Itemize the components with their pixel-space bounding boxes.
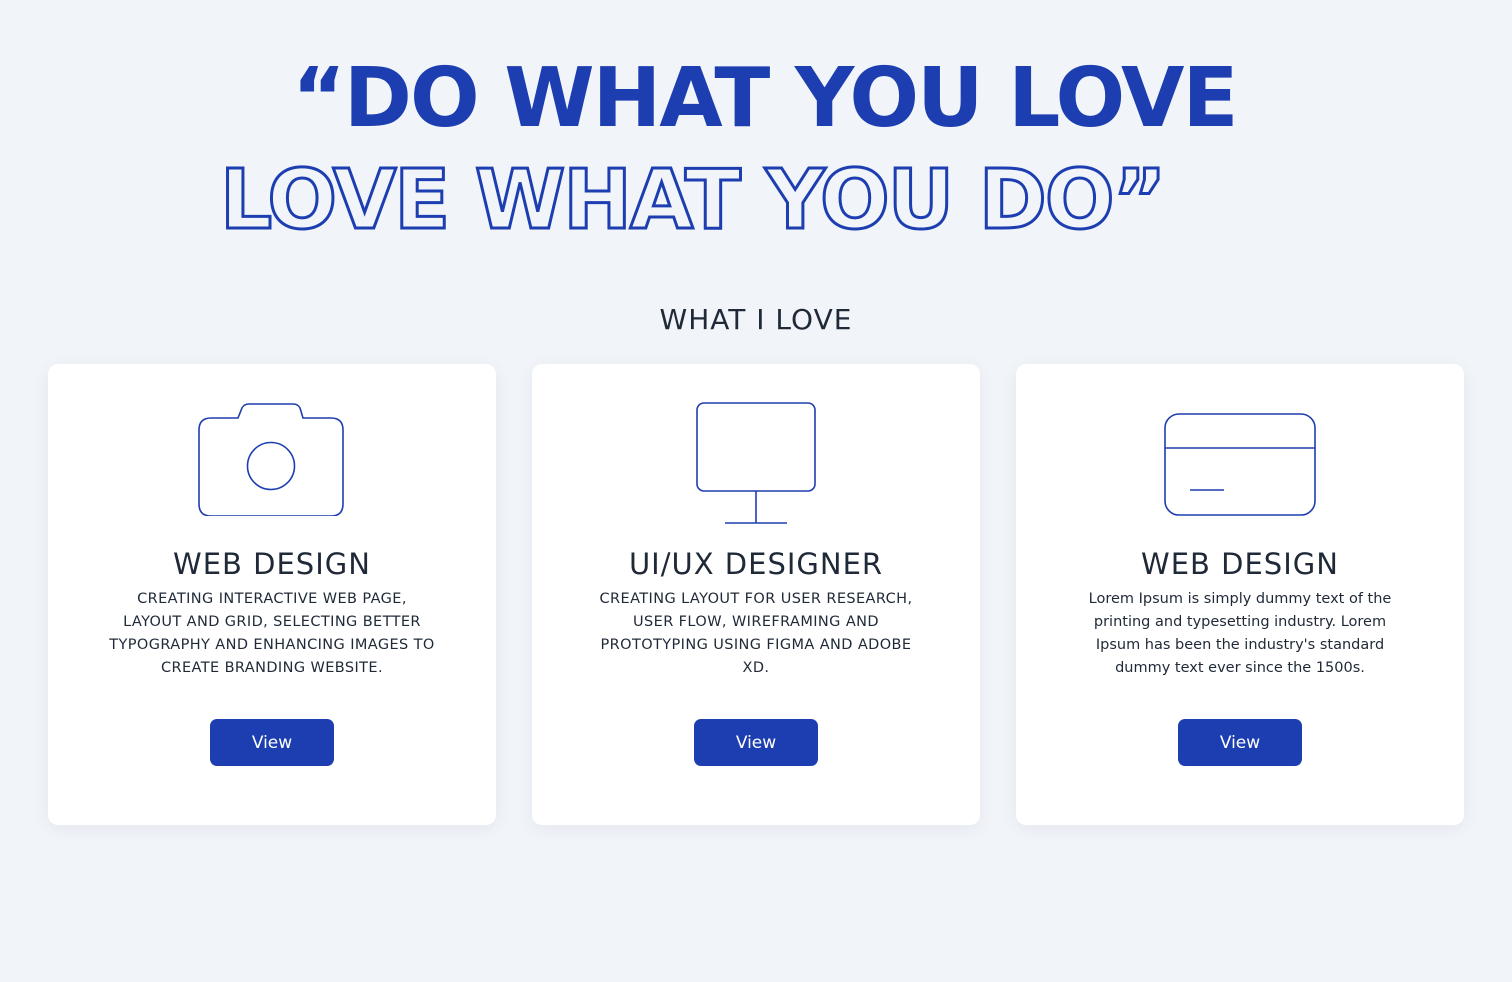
hero-line-outline: LOVE WHAT YOU DO”	[218, 153, 1167, 248]
hero-quote: “DO WHAT YOU LOVE LOVE WHAT YOU DO”	[0, 0, 1512, 270]
service-card-web-design: WEB DESIGN CREATING INTERACTIVE WEB PAGE…	[48, 364, 496, 825]
card-description: CREATING INTERACTIVE WEB PAGE, LAYOUT AN…	[109, 591, 435, 676]
card-title: UI/UX DESIGNER	[628, 547, 884, 581]
view-button[interactable]: View	[1178, 719, 1302, 766]
service-card-ui-ux-designer: UI/UX DESIGNER CREATING LAYOUT FOR USER …	[532, 364, 980, 825]
card-title: WEB DESIGN	[173, 547, 371, 581]
card-description: Lorem Ipsum is simply dummy text of the …	[1088, 591, 1392, 676]
hero-line-solid: “DO WHAT YOU LOVE	[292, 51, 1238, 146]
service-card-web-design-2: WEB DESIGN Lorem Ipsum is simply dummy t…	[1016, 364, 1464, 825]
page: “DO WHAT YOU LOVE LOVE WHAT YOU DO” WHAT…	[0, 0, 1512, 982]
card-title: WEB DESIGN	[1141, 547, 1339, 581]
view-button[interactable]: View	[210, 719, 334, 766]
view-button[interactable]: View	[694, 719, 818, 766]
monitor-icon	[532, 398, 980, 528]
monitor-icon-svg	[696, 402, 816, 524]
card-description: CREATING LAYOUT FOR USER RESEARCH, USER …	[599, 591, 913, 676]
camera-icon	[48, 398, 496, 528]
credit-card-icon-svg	[1164, 413, 1316, 516]
section-title: WHAT I LOVE	[659, 303, 853, 336]
camera-icon-svg	[198, 403, 344, 516]
credit-card-icon	[1016, 398, 1464, 528]
